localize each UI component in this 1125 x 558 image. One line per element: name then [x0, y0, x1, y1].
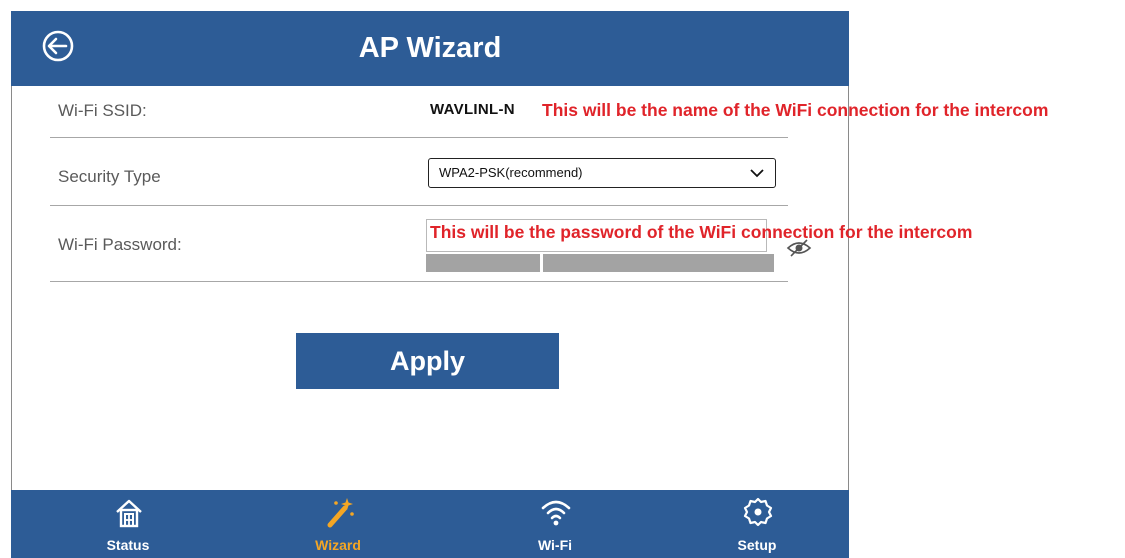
- nav-wifi[interactable]: Wi-Fi: [495, 490, 615, 558]
- home-icon: [116, 499, 142, 528]
- nav-wizard-label: Wizard: [315, 537, 361, 553]
- divider: [50, 281, 788, 282]
- nav-setup-label: Setup: [737, 537, 777, 553]
- wifi-icon: [541, 500, 571, 526]
- eye-slash-icon[interactable]: [786, 238, 812, 258]
- ssid-label: Wi-Fi SSID:: [58, 101, 147, 120]
- nav-status[interactable]: Status: [68, 490, 188, 558]
- page-title: AP Wizard: [358, 32, 502, 64]
- password-strength-bar-strong: [543, 254, 774, 272]
- ssid-value: WAVLINL-N: [430, 101, 515, 118]
- nav-wizard[interactable]: Wizard: [278, 490, 398, 558]
- gear-icon: [743, 497, 773, 527]
- divider: [50, 205, 788, 206]
- password-annotation: This will be the password of the WiFi co…: [430, 222, 973, 242]
- app-frame: [11, 11, 849, 558]
- password-label: Wi-Fi Password:: [58, 235, 182, 254]
- chevron-down-icon: [750, 169, 764, 178]
- nav-status-label: Status: [106, 537, 150, 553]
- divider: [50, 137, 788, 138]
- password-strength-bar-weak: [426, 254, 540, 272]
- security-type-select[interactable]: WPA2-PSK(recommend): [428, 158, 776, 188]
- nav-setup[interactable]: Setup: [697, 490, 817, 558]
- security-type-value: WPA2-PSK(recommend): [439, 165, 583, 180]
- magic-wand-icon: [327, 498, 354, 528]
- security-type-label: Security Type: [58, 167, 161, 186]
- ssid-annotation: This will be the name of the WiFi connec…: [542, 100, 1049, 120]
- nav-wifi-label: Wi-Fi: [537, 537, 573, 553]
- header-bar: AP Wizard: [11, 11, 849, 86]
- bottom-nav: Status Wizard Wi-Fi Setup: [11, 490, 849, 558]
- apply-button[interactable]: Apply: [296, 333, 559, 389]
